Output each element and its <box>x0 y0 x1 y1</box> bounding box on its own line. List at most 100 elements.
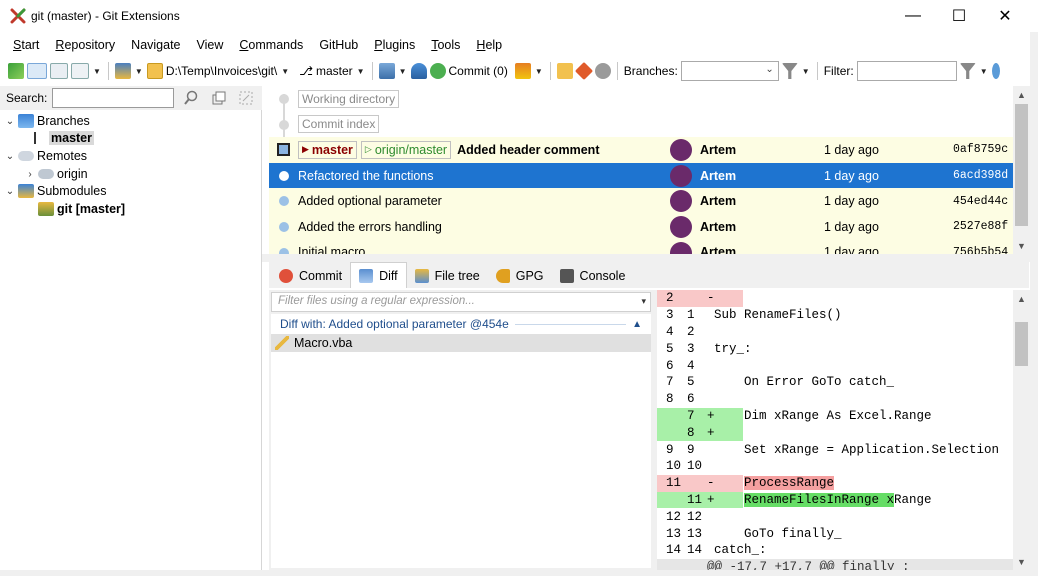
menu-tools[interactable]: Tools <box>423 38 468 52</box>
tree-node-master[interactable]: master <box>32 129 94 147</box>
scrollbar-thumb[interactable] <box>1015 104 1028 226</box>
commit-sha: 0af8759c <box>953 143 1009 157</box>
folder-icon[interactable] <box>146 63 163 79</box>
revision-row[interactable]: Initial macro Artem 1 day ago 756b5b54 <box>269 239 1013 254</box>
git-bash-icon[interactable] <box>574 61 593 81</box>
old-line-number: 2 <box>666 291 674 306</box>
scroll-down-icon[interactable]: ▼ <box>1013 553 1030 570</box>
revision-filter-input[interactable] <box>856 61 957 81</box>
revision-row[interactable]: ▶ master ▷ origin/master Added header comm… <box>269 137 1013 163</box>
revision-row[interactable]: Added optional parameter Artem 1 day ago… <box>269 188 1013 214</box>
search-input[interactable] <box>52 88 175 108</box>
revision-filter-funnel-icon[interactable] <box>959 63 976 79</box>
row-working-directory[interactable]: Working directory <box>269 86 1013 112</box>
commit-subject: Refactored the functions <box>298 168 434 183</box>
tab-file-tree[interactable]: File tree <box>407 264 488 288</box>
branches-label: Branches: <box>623 64 678 78</box>
revision-filter-dropdown-icon[interactable]: ▼ <box>980 67 988 76</box>
remote-branch-tag[interactable]: ▷ origin/master <box>360 140 452 159</box>
old-line-number: 3 <box>666 308 674 323</box>
pull-dropdown-icon[interactable]: ▼ <box>399 67 407 76</box>
commit-subject: Added header comment <box>457 142 600 157</box>
pull-icon[interactable] <box>378 63 395 79</box>
new-line-number: 14 <box>687 543 703 558</box>
menu-view[interactable]: View <box>189 38 232 52</box>
branch-dropdown-icon[interactable]: ▼ <box>357 67 365 76</box>
file-list-item[interactable]: Macro.vba <box>271 334 651 352</box>
revision-row[interactable]: Added the errors handling Artem 1 day ag… <box>269 214 1013 240</box>
maximize-button[interactable]: ☐ <box>936 0 982 32</box>
commit-author: Artem <box>700 194 737 209</box>
tree-node-remotes[interactable]: ⌄ Remotes <box>4 147 87 165</box>
collapse-all-icon[interactable] <box>211 90 227 106</box>
repo-path-dropdown-icon[interactable]: ▼ <box>281 67 289 76</box>
current-branch[interactable]: master <box>316 64 353 78</box>
search-icon[interactable] <box>183 90 199 106</box>
diff-with-group-header[interactable]: Diff with: Added optional parameter @454… <box>271 314 651 334</box>
menu-github[interactable]: GitHub <box>311 38 366 52</box>
scroll-up-icon[interactable]: ▲ <box>1013 86 1030 103</box>
push-icon[interactable] <box>410 63 427 79</box>
filter-dropdown-icon[interactable]: ▾ <box>641 296 646 307</box>
old-line-number: 8 <box>666 392 674 407</box>
diff-line: 8 + <box>657 424 1013 442</box>
menu-help[interactable]: Help <box>468 38 510 52</box>
chevron-down-icon[interactable]: ⌄ <box>4 151 16 162</box>
branch-filter-dropdown-icon[interactable]: ▼ <box>802 67 810 76</box>
revision-grid-scrollbar[interactable]: ▲ ▼ <box>1013 86 1030 254</box>
stash-dropdown-icon[interactable]: ▼ <box>535 67 543 76</box>
layout-split-icon[interactable] <box>50 63 68 79</box>
tab-commit[interactable]: Commit <box>271 264 350 288</box>
menu-navigate[interactable]: Navigate <box>123 38 188 52</box>
repo-path[interactable]: D:\Temp\Invoices\git\ <box>166 64 277 78</box>
tree-node-branches[interactable]: ⌄ Branches <box>4 112 90 130</box>
repositories-dropdown-icon[interactable]: ▼ <box>135 67 143 76</box>
close-button[interactable]: ✕ <box>982 0 1028 32</box>
refresh-icon[interactable] <box>8 63 24 79</box>
tree-node-submodules[interactable]: ⌄ Submodules <box>4 182 107 200</box>
new-line-number: 8 <box>687 425 695 440</box>
file-explorer-icon[interactable] <box>556 63 573 79</box>
minimize-button[interactable]: — <box>890 0 936 32</box>
repositories-icon[interactable] <box>114 63 131 79</box>
tab-diff[interactable]: Diff <box>350 262 407 288</box>
toolbar-divider <box>371 62 373 80</box>
branch-filter-funnel-icon[interactable] <box>781 63 798 79</box>
scroll-down-icon[interactable]: ▼ <box>1013 237 1030 254</box>
row-commit-index[interactable]: Commit index <box>269 112 1013 138</box>
menu-start[interactable]: Start <box>5 38 47 52</box>
graph-node <box>279 196 289 207</box>
highlight-branch-icon[interactable] <box>991 63 1000 79</box>
show-current-branch-icon[interactable] <box>238 90 254 106</box>
file-filter-input[interactable]: Filter files using a regular expression.… <box>271 292 651 312</box>
avatar <box>670 164 692 187</box>
chevron-down-icon[interactable]: ⌄ <box>4 186 16 197</box>
branches-filter-combo[interactable]: ⌄ <box>680 61 779 81</box>
tab-gpg[interactable]: GPG <box>488 264 552 288</box>
repo-objects-panel: Search: ⌄ Branches master ⌄ Remotes › or… <box>0 86 262 570</box>
layout-dropdown-icon[interactable]: ▼ <box>93 67 101 76</box>
scrollbar-thumb[interactable] <box>1015 322 1028 366</box>
settings-gear-icon[interactable] <box>594 63 611 79</box>
revision-row[interactable]: Refactored the functions Artem 1 day ago… <box>269 162 1013 189</box>
commit-button[interactable]: Commit (0) <box>449 64 508 78</box>
diff-viewer[interactable]: 2-3 1 Sub RenameFiles() 4 2 5 3 try_: 6 4 7 5 On Er… <box>657 290 1013 570</box>
diff-code: @@ -17,7 +17,7 @@ finally_: <box>707 560 910 570</box>
menu-commands[interactable]: Commands <box>231 38 311 52</box>
horizontal-splitter[interactable] <box>262 254 1038 262</box>
menu-repository[interactable]: Repository <box>47 38 123 52</box>
layout-bottom-icon[interactable] <box>71 63 89 79</box>
commit-check-icon[interactable] <box>429 63 446 79</box>
chevron-right-icon[interactable]: › <box>24 169 36 180</box>
tree-node-submodule-git[interactable]: git [master] <box>36 200 125 218</box>
diff-scrollbar[interactable]: ▲ ▼ <box>1013 290 1030 570</box>
stash-icon[interactable] <box>514 63 531 79</box>
layout-toggle-icon[interactable] <box>27 63 47 79</box>
local-branch-tag[interactable]: ▶ master <box>298 140 357 159</box>
tree-node-origin[interactable]: › origin <box>24 165 87 183</box>
tab-console[interactable]: Console <box>552 264 634 288</box>
chevron-up-icon[interactable]: ▲ <box>632 319 642 330</box>
chevron-down-icon[interactable]: ⌄ <box>4 116 16 127</box>
menu-plugins[interactable]: Plugins <box>366 38 423 52</box>
scroll-up-icon[interactable]: ▲ <box>1013 290 1030 307</box>
